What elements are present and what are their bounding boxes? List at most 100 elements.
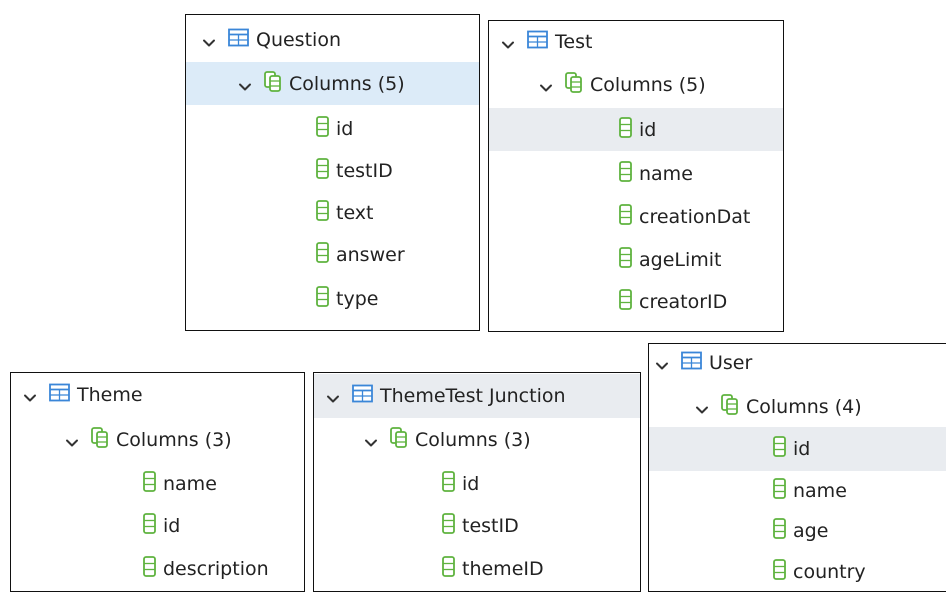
column-icon: [619, 247, 632, 273]
column-icon: [442, 513, 455, 539]
columns-node[interactable]: Columns (4): [649, 387, 946, 427]
table-node-test[interactable]: Test: [489, 22, 783, 62]
table-node-theme[interactable]: Theme: [11, 375, 304, 415]
column-label: id: [163, 515, 181, 537]
column-label: testID: [462, 515, 519, 537]
table-name: Test: [555, 31, 593, 53]
table-name: Theme: [77, 384, 143, 406]
table-name: User: [709, 352, 753, 374]
theme-table-panel: Theme Columns (3) name id description: [10, 372, 305, 592]
columns-icon: [264, 70, 282, 97]
column-icon: [316, 286, 329, 312]
column-item-agelimit[interactable]: ageLimit: [489, 240, 783, 280]
column-label: description: [163, 558, 269, 580]
table-icon: [527, 30, 548, 54]
table-icon: [49, 383, 70, 407]
column-item-age[interactable]: age: [649, 511, 946, 551]
column-item-country[interactable]: country: [649, 552, 946, 591]
column-label: age: [793, 520, 829, 542]
column-item-id[interactable]: id: [314, 464, 640, 504]
column-item-name[interactable]: name: [489, 154, 783, 194]
user-table-panel: User Columns (4) id name age country: [648, 343, 946, 592]
column-icon: [619, 289, 632, 315]
columns-node[interactable]: Columns (3): [314, 420, 640, 460]
columns-icon: [721, 394, 739, 420]
column-item-id[interactable]: id: [649, 427, 946, 471]
column-icon: [619, 204, 632, 230]
table-node-question[interactable]: Question: [186, 20, 479, 60]
column-icon: [773, 518, 786, 544]
test-table-panel: Test Columns (5) id name creationDat age…: [488, 20, 784, 332]
chevron-down-icon[interactable]: [23, 388, 37, 402]
column-item-creatorid[interactable]: creatorID: [489, 282, 783, 322]
columns-label: Columns (5): [590, 74, 706, 96]
columns-label: Columns (3): [415, 429, 531, 451]
chevron-down-icon[interactable]: [655, 356, 669, 370]
column-icon: [773, 436, 786, 462]
column-item-name[interactable]: name: [649, 471, 946, 511]
table-icon: [681, 351, 702, 375]
column-item-id[interactable]: id: [11, 506, 304, 546]
column-item-type[interactable]: type: [186, 279, 479, 319]
chevron-down-icon[interactable]: [695, 400, 709, 414]
column-item-testid[interactable]: testID: [314, 506, 640, 546]
chevron-down-icon[interactable]: [539, 78, 553, 92]
column-icon: [143, 471, 156, 497]
columns-icon: [565, 72, 583, 98]
column-icon: [442, 471, 455, 497]
chevron-down-icon[interactable]: [326, 389, 340, 403]
column-label: name: [639, 163, 693, 185]
column-label: creationDat: [639, 206, 751, 228]
themetest-junction-table-panel: ThemeTest Junction Columns (3) id testID…: [313, 372, 641, 592]
table-name: ThemeTest Junction: [380, 385, 566, 407]
columns-node[interactable]: Columns (5): [489, 65, 783, 105]
column-item-id[interactable]: id: [186, 109, 479, 149]
column-icon: [442, 556, 455, 582]
table-node-user[interactable]: User: [649, 346, 946, 380]
column-label: id: [793, 438, 811, 460]
columns-node[interactable]: Columns (5): [186, 62, 479, 105]
column-icon: [316, 200, 329, 226]
columns-label: Columns (4): [746, 396, 862, 418]
column-label: type: [336, 288, 379, 310]
column-item-testid[interactable]: testID: [186, 151, 479, 191]
column-item-text[interactable]: text: [186, 193, 479, 233]
column-icon: [143, 513, 156, 539]
column-label: name: [163, 473, 217, 495]
columns-icon: [390, 427, 408, 453]
column-label: themeID: [462, 558, 544, 580]
table-name: Question: [256, 29, 341, 51]
columns-node[interactable]: Columns (3): [11, 420, 304, 460]
column-label: id: [462, 473, 480, 495]
table-node-themetest-junction[interactable]: ThemeTest Junction: [314, 374, 640, 418]
column-icon: [619, 116, 632, 143]
column-label: answer: [336, 244, 405, 266]
column-label: text: [336, 202, 374, 224]
chevron-down-icon[interactable]: [65, 433, 79, 447]
column-label: country: [793, 561, 866, 583]
table-icon: [228, 28, 249, 52]
chevron-down-icon[interactable]: [364, 433, 378, 447]
table-icon: [352, 384, 373, 408]
column-item-answer[interactable]: answer: [186, 235, 479, 275]
question-table-panel: Question Columns (5) id testID text answ…: [185, 14, 480, 331]
column-item-name[interactable]: name: [11, 464, 304, 504]
column-icon: [143, 556, 156, 582]
column-label: testID: [336, 160, 393, 182]
column-item-creationdat[interactable]: creationDat: [489, 197, 783, 237]
column-icon: [773, 559, 786, 585]
column-label: id: [639, 118, 657, 141]
column-item-themeid[interactable]: themeID: [314, 549, 640, 589]
column-item-id[interactable]: id: [489, 108, 783, 151]
chevron-down-icon[interactable]: [202, 33, 216, 47]
column-icon: [316, 116, 329, 142]
column-label: creatorID: [639, 291, 728, 313]
chevron-down-icon[interactable]: [501, 35, 515, 49]
chevron-down-icon[interactable]: [238, 77, 252, 91]
column-item-description[interactable]: description: [11, 549, 304, 589]
column-icon: [316, 242, 329, 268]
column-icon: [619, 161, 632, 187]
column-icon: [773, 478, 786, 504]
columns-label: Columns (3): [116, 429, 232, 451]
columns-icon: [91, 427, 109, 453]
